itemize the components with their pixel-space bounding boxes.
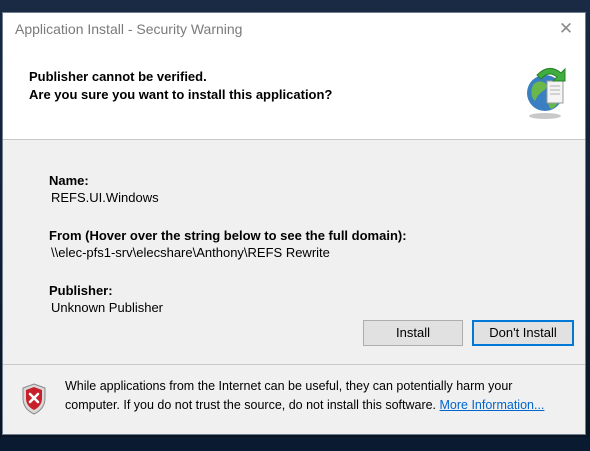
publisher-warning-heading: Publisher cannot be verified. (29, 69, 207, 84)
window-title: Application Install - Security Warning (15, 21, 243, 37)
more-information-link[interactable]: More Information... (440, 398, 545, 412)
title-bar: Application Install - Security Warning ✕ (3, 13, 585, 47)
shield-warning-icon (22, 383, 46, 415)
publisher-label: Publisher: (49, 283, 113, 298)
name-value: REFS.UI.Windows (51, 190, 159, 205)
name-label: Name: (49, 173, 89, 188)
publisher-value: Unknown Publisher (51, 300, 164, 315)
dont-install-button[interactable]: Don't Install (472, 320, 574, 346)
globe-arrow-icon (527, 67, 566, 119)
install-button[interactable]: Install (363, 320, 463, 346)
taskbar-edge (0, 437, 590, 451)
dialog-header: Publisher cannot be verified. Are you su… (3, 47, 585, 139)
from-value[interactable]: \\elec-pfs1-srv\elecshare\Anthony\REFS R… (51, 245, 330, 260)
warning-footer: While applications from the Internet can… (3, 365, 585, 434)
warning-message: While applications from the Internet can… (65, 377, 565, 415)
from-label: From (Hover over the string below to see… (49, 228, 407, 243)
close-button[interactable]: ✕ (553, 17, 579, 41)
security-warning-dialog: Application Install - Security Warning ✕… (2, 12, 586, 435)
install-question-heading: Are you sure you want to install this ap… (29, 87, 333, 102)
